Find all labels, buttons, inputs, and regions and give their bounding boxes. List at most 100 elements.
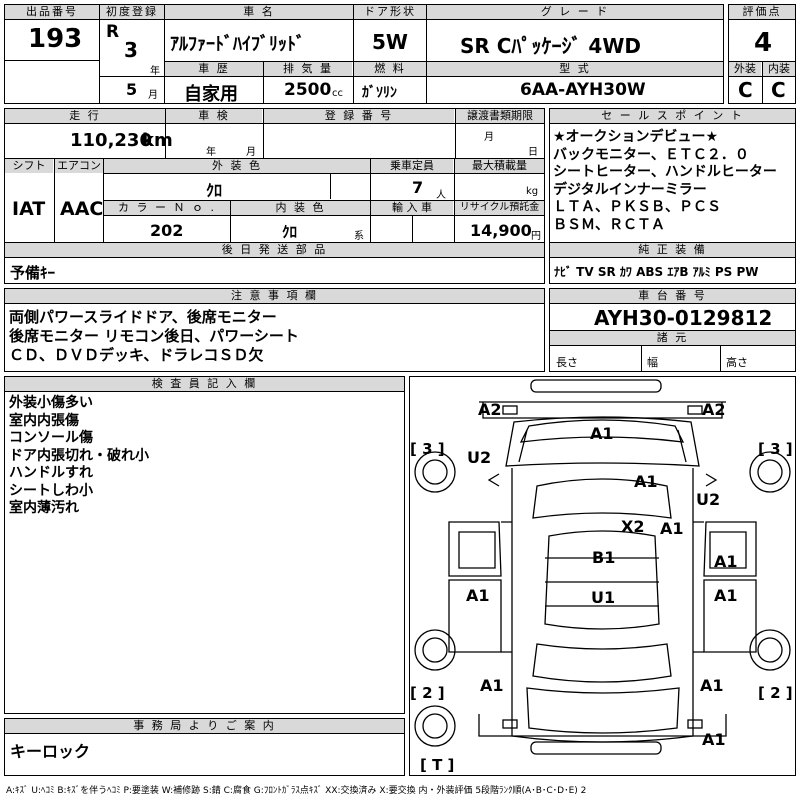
damage-mark: A1: [634, 472, 658, 491]
sales-point-line: バックモニター、ＥＴＣ２．０: [553, 146, 749, 163]
grade: SR Cﾊﾟｯｹｰｼﾞ 4WD: [460, 34, 641, 58]
reg-no-label: 登 録 番 号: [264, 109, 454, 123]
sales-point-text: ★オークションデビュー★ バックモニター、ＥＴＣ２．０ シートヒーター、ハンドル…: [553, 129, 777, 235]
sales-point-line: デジタルインナーミラー: [553, 181, 707, 198]
damage-mark: A1: [700, 676, 724, 695]
transfer-month-unit: 月: [484, 132, 494, 143]
recycle-label: リサイクル預託金: [455, 201, 544, 215]
notes-label: 注 意 事 項 欄: [5, 289, 544, 303]
notes-line: 後席モニター リモコン後日、パワーシート: [9, 327, 299, 345]
spec-label: 諸 元: [550, 331, 795, 345]
inspector-line: シートしわ小: [9, 482, 93, 499]
history: 自家用: [184, 84, 238, 105]
inspector-line: ドア内張切れ・破れ小: [9, 447, 149, 464]
aircon-label: エアコン: [55, 159, 103, 173]
office-label: 事 務 局 よ り ご 案 内: [5, 719, 404, 733]
sales-point-line: ★オークションデビュー★: [553, 129, 719, 145]
interior-score: C: [771, 78, 786, 102]
door-label: ドア形状: [354, 5, 426, 19]
color-no-label: カ ラ ー Ｎ ｏ .: [104, 201, 230, 215]
capacity: 7: [412, 178, 424, 197]
exterior-color: ｸﾛ: [206, 181, 223, 200]
first-reg-label: 初度登録: [100, 5, 164, 19]
color-no: 202: [150, 221, 184, 240]
score-label: 評価点: [729, 5, 795, 19]
model-label: 型 式: [427, 62, 723, 76]
recycle-unit: 円: [531, 231, 541, 242]
damage-mark: U2: [467, 448, 492, 467]
equipment-label: 純 正 装 備: [550, 243, 795, 257]
damage-mark: A2: [702, 400, 726, 419]
reg-year: 3: [124, 38, 138, 62]
exterior-score: C: [738, 78, 753, 102]
recycle-deposit: 14,900: [470, 221, 532, 240]
interior-label: 内装: [763, 62, 795, 76]
score: 4: [754, 28, 773, 58]
notes-line: ＣＤ、ＤＶＤデッキ、ドラレコＳＤ欠: [9, 346, 264, 364]
sales-point-label: セ ー ル ス ポ イ ン ト: [550, 109, 795, 123]
import-label: 輸 入 車: [371, 201, 453, 215]
load-unit: kg: [526, 186, 539, 197]
damage-mark: A2: [478, 400, 502, 419]
capacity-unit: 人: [436, 190, 446, 201]
transfer-day-unit: 日: [528, 147, 538, 158]
inspection-label: 車 検: [166, 109, 262, 123]
office-text: キーロック: [10, 742, 91, 761]
int-color-unit: 系: [354, 231, 364, 242]
displacement: 2500: [284, 80, 332, 100]
insp-month-unit: 月: [246, 147, 256, 158]
width-label: 幅: [647, 356, 658, 369]
legend: A:ｷｽﾞ U:ﾍｺﾐ B:ｷｽﾞを伴うﾍｺﾐ P:要塗装 W:補修跡 S:錆 …: [6, 786, 587, 796]
damage-mark: U2: [696, 490, 721, 509]
int-color-label: 内 装 色: [231, 201, 370, 215]
insp-year-unit: 年: [206, 147, 216, 158]
chassis-label: 車 台 番 号: [550, 289, 795, 303]
aircon: AAC: [60, 198, 104, 220]
fuel-label: 燃 料: [354, 62, 426, 76]
inspector-label: 検 査 員 記 入 欄: [5, 377, 404, 391]
inspector-line: ハンドルすれ: [9, 465, 93, 481]
damage-mark: A1: [702, 730, 726, 749]
mileage-unit: km: [142, 130, 173, 151]
notes-line: 両側パワースライドドア、後席モニター: [9, 308, 277, 326]
equipment-items: ﾅﾋﾞ TV SR ｶﾜ ABS ｴｱB ｱﾙﾐ PS PW: [554, 265, 759, 279]
damage-mark: A1: [660, 519, 684, 538]
lot-label: 出品番号: [5, 5, 99, 19]
inspector-line: 室内薄汚れ: [9, 500, 79, 516]
chassis-number: AYH30-0129812: [594, 306, 773, 330]
inspector-line: コンソール傷: [9, 430, 93, 446]
shift-label: シフト: [5, 159, 53, 173]
mileage: 110,230: [70, 130, 152, 151]
grade-label: グ レ ー ド: [427, 5, 723, 19]
inspector-notes: 外装小傷多い 室内内張傷 コンソール傷 ドア内張切れ・破れ小 ハンドルすれ シー…: [9, 395, 149, 518]
sales-point-line: ＬＴＡ、ＰＫＳＢ、ＰＣＳ: [553, 199, 721, 216]
damage-mark: A1: [714, 552, 738, 571]
reg-month-unit: 月: [148, 90, 158, 101]
damage-mark: A1: [590, 424, 614, 443]
reg-era: R: [106, 22, 120, 42]
load-label: 最大積載量: [455, 159, 544, 173]
wheel-bracket-fr: [ 3 ]: [758, 440, 793, 458]
mileage-label: 走 行: [5, 109, 165, 123]
inspector-line: 室内内張傷: [9, 412, 79, 429]
shift: IAT: [12, 198, 46, 220]
damage-mark: A1: [714, 586, 738, 605]
damage-mark: U1: [591, 588, 616, 607]
reg-year-unit: 年: [150, 66, 160, 77]
height-label: 高さ: [726, 356, 748, 369]
model-code: 6AA-AYH30W: [520, 80, 646, 100]
damage-mark: X2: [621, 517, 645, 536]
damage-mark: A1: [466, 586, 490, 605]
reg-month: 5: [126, 80, 138, 99]
capacity-label: 乗車定員: [371, 159, 453, 173]
door-type: 5W: [372, 30, 408, 54]
damage-mark: A1: [480, 676, 504, 695]
history-label: 車 歴: [165, 62, 263, 76]
transfer-label: 譲渡書類期限: [456, 109, 544, 123]
displacement-label: 排 気 量: [264, 62, 352, 76]
wheel-bracket-rl: [ 2 ]: [410, 684, 445, 702]
later-parts-label: 後 日 発 送 部 品: [5, 243, 544, 257]
wheel-bracket-rr: [ 2 ]: [758, 684, 793, 702]
exterior-label: 外装: [729, 62, 761, 76]
notes-text: 両側パワースライドドア、後席モニター 後席モニター リモコン後日、パワーシート …: [9, 308, 299, 365]
